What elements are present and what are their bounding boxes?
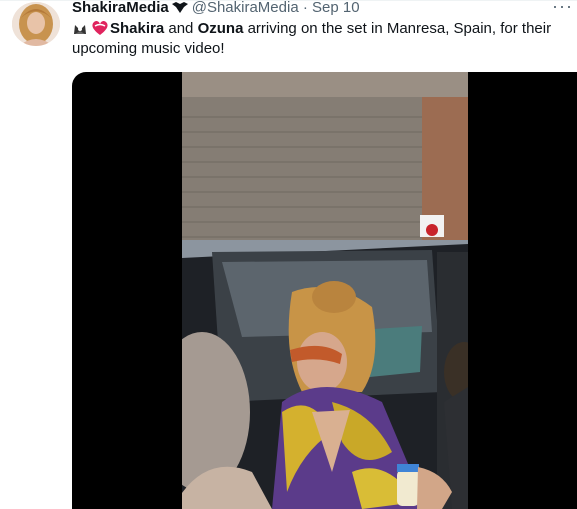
mention-ozuna: Ozuna	[197, 20, 244, 37]
heart-emoji-icon	[91, 20, 108, 36]
video-frame[interactable]	[182, 72, 468, 509]
tweet-header: ShakiraMedia @ShakiraMedia · Sep 10	[72, 0, 562, 18]
mention-shakira: Shakira	[110, 20, 165, 37]
video-player[interactable]	[72, 72, 577, 509]
avatar-image	[12, 2, 60, 46]
separator-dot: ·	[302, 0, 308, 16]
more-options-icon[interactable]: ···	[552, 0, 573, 17]
tweet-date[interactable]: Sep 10	[312, 0, 360, 16]
verified-badge-icon	[171, 0, 188, 17]
fox-emoji-icon	[72, 20, 88, 36]
text-mid: and	[164, 20, 198, 37]
tweet-text: Shakira and Ozuna arriving on the set in…	[72, 19, 567, 59]
video-still	[182, 72, 468, 509]
avatar[interactable]	[12, 2, 60, 46]
display-name[interactable]: ShakiraMedia	[72, 0, 169, 16]
user-handle[interactable]: @ShakiraMedia	[192, 0, 299, 16]
